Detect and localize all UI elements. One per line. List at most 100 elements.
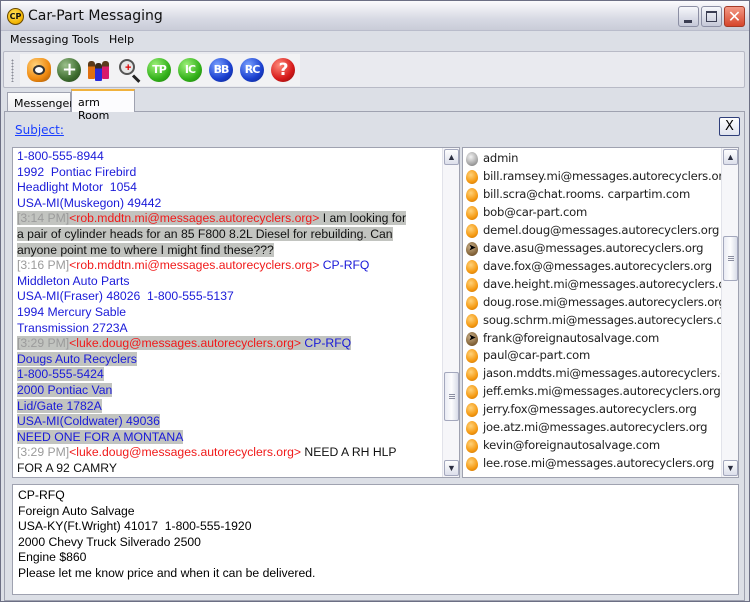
chat-line: NEED ONE FOR A MONTANA <box>17 429 442 446</box>
webcam-icon <box>27 58 51 82</box>
menu-help[interactable]: Help <box>109 33 134 46</box>
user-list-item[interactable]: soug.schrm.mi@messages.autorecyclers.org <box>465 312 735 330</box>
help-button[interactable]: ? <box>270 57 296 83</box>
chat-message-header: [3:29 PM]<luke.doug@messages.autorecycle… <box>17 445 442 461</box>
app-logo-icon: CP <box>7 8 24 25</box>
user-scroll-up-button[interactable]: ▲ <box>723 149 738 165</box>
chat-line: 1992 Pontiac Firebird <box>17 165 442 181</box>
menu-tools[interactable]: Tools <box>72 33 99 46</box>
message-sender[interactable]: <rob.mddtn.mi@messages.autorecyclers.org… <box>69 258 319 272</box>
user-list-item[interactable]: bill.scra@chat.rooms. carpartim.com <box>465 186 723 204</box>
chat-line-text: 1-800-555-5424 <box>17 367 104 382</box>
chat-line-text: Transmission 2723A <box>17 320 128 335</box>
chat-line: USA-MI(Fraser) 48026 1-800-555-5137 <box>17 289 442 305</box>
chat-line: Lid/Gate 1782A <box>17 398 442 415</box>
tab-messenger[interactable]: Messenger <box>7 92 74 112</box>
user-list-item[interactable]: bob@car-part.com <box>465 204 723 222</box>
chat-line: Dougs Auto Recyclers <box>17 351 442 368</box>
chat-line: anyone point me to where I might find th… <box>17 242 442 259</box>
tp-icon: TP <box>147 58 171 82</box>
user-list-item[interactable]: bill.ramsey.mi@messages.autorecyclers.or… <box>465 168 730 186</box>
search-button[interactable]: + <box>116 57 142 83</box>
chat-scrollbar[interactable]: ▲ ▼ <box>442 148 459 477</box>
user-list-item[interactable]: joe.atz.mi@messages.autorecyclers.org <box>465 419 723 437</box>
toolbar-buttons: + + TP IC BB RC ? <box>20 54 300 86</box>
chat-line-text: anyone point me to where I might find th… <box>17 242 274 257</box>
scroll-down-button[interactable]: ▼ <box>444 460 459 476</box>
minimize-button[interactable] <box>678 6 699 27</box>
online-status-icon <box>466 259 478 274</box>
user-list-item[interactable]: ➤ frank@foreignautosalvage.com <box>465 330 723 348</box>
chat-line: USA-MI(Muskegon) 49442 <box>17 196 442 212</box>
message-text: I am looking for <box>319 211 407 226</box>
chat-line: 1-800-555-8944 <box>17 149 442 165</box>
user-list-item[interactable]: ➤ dave.asu@messages.autorecyclers.org <box>465 240 723 258</box>
subject-link[interactable]: Subject: <box>15 123 64 137</box>
chevron-down-icon: ▼ <box>726 463 735 473</box>
scroll-up-button[interactable]: ▲ <box>444 149 459 165</box>
close-window-button[interactable]: ✕ <box>724 6 745 27</box>
message-sender[interactable]: <rob.mddtn.mi@messages.autorecyclers.org… <box>69 211 319 225</box>
chat-message-header: [3:16 PM]<rob.mddtn.mi@messages.autorecy… <box>17 258 442 274</box>
add-button[interactable]: + <box>56 57 82 83</box>
ic-icon: IC <box>178 58 202 82</box>
user-list-item[interactable]: kevin@foreignautosalvage.com <box>465 437 723 455</box>
user-name: dave.asu@messages.autorecyclers.org <box>483 240 704 255</box>
tab-arm-room[interactable]: arm Room <box>71 89 135 122</box>
user-list-item[interactable]: dave.fox@@messages.autorecyclers.org <box>465 258 723 276</box>
minimize-icon <box>684 20 692 23</box>
user-scroll-thumb[interactable] <box>723 236 738 281</box>
title-bar[interactable]: CP Car-Part Messaging ✕ <box>1 1 749 31</box>
user-list-item[interactable]: lee.rose.mi@messages.autorecyclers.org <box>465 455 723 473</box>
toolbar: + + TP IC BB RC ? <box>3 51 745 88</box>
chat-lines: 1-800-555-8944 1992 Pontiac Firebird Headl… <box>17 149 442 476</box>
message-sender[interactable]: <luke.doug@messages.autorecyclers.org> <box>69 336 301 350</box>
online-status-icon <box>466 367 478 382</box>
user-list-item[interactable]: paul@car-part.com <box>465 347 723 365</box>
window-title: Car-Part Messaging <box>28 8 163 24</box>
message-compose-input[interactable]: CP-RFQ Foreign Auto Salvage USA-KY(Ft.Wr… <box>12 484 739 595</box>
chat-line-text: Dougs Auto Recyclers <box>17 351 137 366</box>
user-list-item[interactable]: jason.mddts.mi@messages.autorecyclers.or… <box>465 365 738 383</box>
user-list-item[interactable]: dave.height.mi@messages.autorecyclers.or… <box>465 276 737 294</box>
user-list-item[interactable]: demel.doug@messages.autorecyclers.org <box>465 222 723 240</box>
ic-button[interactable]: IC <box>177 57 203 83</box>
online-status-icon <box>466 385 478 400</box>
online-status-icon <box>466 223 478 238</box>
user-name: jerry.fox@messages.autorecyclers.org <box>483 402 697 417</box>
app-window: CP Car-Part Messaging ✕ Messaging Tools … <box>0 0 750 602</box>
menu-messaging[interactable]: Messaging <box>10 33 68 46</box>
online-status-icon <box>466 205 478 220</box>
tp-button[interactable]: TP <box>146 57 172 83</box>
user-list[interactable]: admin bill.ramsey.mi@messages.autorecycle… <box>462 147 739 478</box>
rc-icon: RC <box>240 58 264 82</box>
user-scroll-down-button[interactable]: ▼ <box>723 460 738 476</box>
user-name: frank@foreignautosalvage.com <box>483 330 660 345</box>
user-list-item[interactable]: admin <box>465 150 723 168</box>
webcam-button[interactable] <box>26 57 52 83</box>
online-status-icon <box>466 277 478 292</box>
online-status-icon <box>466 349 478 364</box>
chat-log[interactable]: 1-800-555-8944 1992 Pontiac Firebird Headl… <box>12 147 460 478</box>
user-list-item[interactable]: jeff.emks.mi@messages.autorecyclers.org <box>465 383 723 401</box>
user-list-scrollbar[interactable]: ▲ ▼ <box>721 148 738 477</box>
message-sender[interactable]: <luke.doug@messages.autorecyclers.org> <box>69 445 301 459</box>
chat-line-text: Headlight Motor 1054 <box>17 180 137 195</box>
chat-line-text: NEED ONE FOR A MONTANA <box>17 429 184 444</box>
chat-message-header: [3:14 PM]<rob.mddtn.mi@messages.autorecy… <box>17 211 442 227</box>
scroll-thumb[interactable] <box>444 372 459 421</box>
toolbar-grip[interactable] <box>11 59 14 82</box>
message-text: CP-RFQ <box>319 258 370 273</box>
message-timestamp: [3:29 PM] <box>17 445 70 460</box>
chat-line: 1-800-555-5424 <box>17 367 442 383</box>
rc-button[interactable]: RC <box>239 57 265 83</box>
maximize-button[interactable] <box>701 6 722 27</box>
user-list-item[interactable]: doug.rose.mi@messages.autorecyclers.org <box>465 294 726 312</box>
user-name: jason.mddts.mi@messages.autorecyclers.or… <box>483 366 739 381</box>
user-list-item[interactable]: jerry.fox@messages.autorecyclers.org <box>465 401 723 419</box>
people-button[interactable] <box>86 57 112 83</box>
away-status-icon: ➤ <box>466 241 478 256</box>
bb-button[interactable]: BB <box>208 57 234 83</box>
close-room-button[interactable]: X <box>719 117 740 136</box>
chat-line: Headlight Motor 1054 <box>17 180 442 196</box>
